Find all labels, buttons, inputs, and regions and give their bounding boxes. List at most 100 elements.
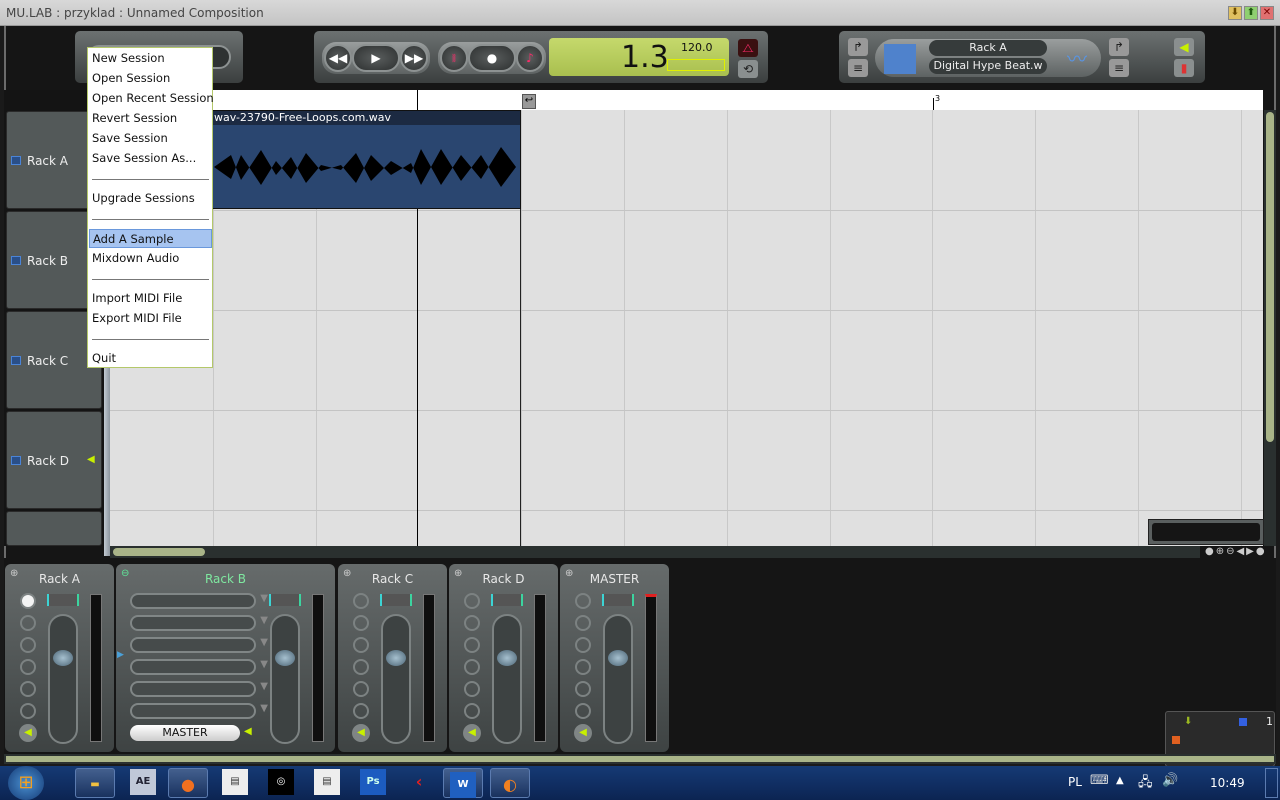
- insert-slot[interactable]: [464, 593, 480, 609]
- insert-slot[interactable]: [575, 681, 591, 697]
- menu-item-export-midi-file[interactable]: Export MIDI File: [89, 309, 212, 328]
- fader-knob[interactable]: [53, 650, 73, 666]
- menu-item-open-session[interactable]: Open Session: [89, 69, 212, 88]
- fader-knob[interactable]: [497, 650, 517, 666]
- menu-item-revert-session[interactable]: Revert Session: [89, 109, 212, 128]
- insert-slot[interactable]: [353, 615, 369, 631]
- insert-slot[interactable]: [575, 703, 591, 719]
- taskbar-photoshop[interactable]: Ps: [360, 769, 386, 795]
- blue-square-icon[interactable]: [1239, 718, 1247, 726]
- horizontal-scrollbar[interactable]: [110, 546, 1200, 558]
- speaker-icon[interactable]: ◀: [244, 726, 252, 737]
- volume-fader[interactable]: [492, 614, 522, 744]
- volume-fader[interactable]: [603, 614, 633, 744]
- rack-icon[interactable]: [884, 44, 916, 74]
- vertical-scroll-thumb[interactable]: [1266, 112, 1274, 442]
- pan-display[interactable]: [269, 594, 301, 606]
- waveform-icon[interactable]: 〰: [1059, 43, 1095, 73]
- tray-expand-icon[interactable]: ▲: [1116, 775, 1124, 786]
- insert-slot[interactable]: [575, 615, 591, 631]
- fast-forward-button[interactable]: ▶▶: [400, 44, 428, 72]
- speaker-icon[interactable]: ◀: [352, 724, 370, 742]
- route-arrow-icon[interactable]: ↱: [848, 38, 868, 56]
- menu-item-mixdown-audio[interactable]: Mixdown Audio: [89, 249, 212, 268]
- insert-slot[interactable]: [575, 659, 591, 675]
- send-select[interactable]: [130, 615, 268, 631]
- maximize-button[interactable]: ⬆: [1244, 6, 1258, 20]
- insert-slot[interactable]: [464, 703, 480, 719]
- down-arrow-icon[interactable]: ⬇: [1184, 716, 1192, 727]
- metronome-button[interactable]: ♪: [516, 44, 544, 72]
- send-select[interactable]: [130, 681, 268, 697]
- insert-slot[interactable]: [575, 637, 591, 653]
- insert-slot[interactable]: [353, 681, 369, 697]
- menu-item-upgrade-sessions[interactable]: Upgrade Sessions: [89, 189, 212, 208]
- speaker-icon[interactable]: ◀: [463, 724, 481, 742]
- menu-item-new-session[interactable]: New Session: [89, 49, 212, 68]
- insert-slot[interactable]: [20, 615, 36, 631]
- clock[interactable]: 10:49: [1210, 776, 1245, 790]
- punch-icon[interactable]: ⧍: [738, 39, 758, 57]
- insert-slot[interactable]: [20, 637, 36, 653]
- fader-knob[interactable]: [275, 650, 295, 666]
- list-icon-2[interactable]: ≡: [1109, 59, 1129, 77]
- insert-slot[interactable]: [353, 593, 369, 609]
- insert-slot[interactable]: [464, 637, 480, 653]
- speaker-icon[interactable]: ◀: [574, 724, 592, 742]
- pan-display[interactable]: [380, 594, 412, 606]
- send-select[interactable]: [130, 659, 268, 675]
- insert-slot[interactable]: [20, 593, 36, 609]
- speaker-icon[interactable]: ◀: [87, 454, 95, 465]
- output-select[interactable]: MASTER: [130, 725, 240, 741]
- show-desktop-button[interactable]: [1265, 768, 1278, 798]
- insert-slot[interactable]: [353, 703, 369, 719]
- insert-slot[interactable]: [464, 615, 480, 631]
- insert-slot[interactable]: [464, 659, 480, 675]
- list-icon[interactable]: ≡: [848, 59, 868, 77]
- taskbar-word[interactable]: W: [443, 768, 483, 798]
- pan-display[interactable]: [491, 594, 523, 606]
- menu-item-add-a-sample[interactable]: Add A Sample: [89, 229, 212, 248]
- taskbar-firefox[interactable]: ●: [168, 768, 208, 798]
- insert-slot[interactable]: [20, 681, 36, 697]
- insert-slot[interactable]: [20, 659, 36, 675]
- insert-slot[interactable]: [575, 593, 591, 609]
- fader-knob[interactable]: [386, 650, 406, 666]
- send-select[interactable]: [130, 637, 268, 653]
- close-button[interactable]: ✕: [1260, 6, 1274, 20]
- horizontal-scroll-thumb[interactable]: [113, 548, 205, 556]
- volume-icon[interactable]: 🔊: [1162, 773, 1178, 788]
- rack-name[interactable]: Rack A: [929, 40, 1047, 56]
- menu-item-quit[interactable]: Quit: [89, 349, 212, 368]
- tempo-value[interactable]: 120.0: [681, 41, 713, 54]
- orange-square-icon[interactable]: [1172, 736, 1180, 744]
- zoom-controls[interactable]: ●⊕⊖◀▶●: [1205, 546, 1267, 557]
- network-icon[interactable]: 🖧: [1138, 773, 1153, 795]
- fader-knob[interactable]: [608, 650, 628, 666]
- menu-item-save-session-as[interactable]: Save Session As...: [89, 149, 212, 168]
- insert-slot[interactable]: [20, 703, 36, 719]
- play-button[interactable]: ▶: [352, 44, 400, 72]
- pan-display[interactable]: [47, 594, 79, 606]
- send-select[interactable]: [130, 593, 268, 609]
- arrangement-grid[interactable]: wav-23790-Free-Loops.com.wav: [110, 110, 1263, 546]
- volume-fader[interactable]: [270, 614, 300, 744]
- menu-item-import-midi-file[interactable]: Import MIDI File: [89, 289, 212, 308]
- menu-item-open-recent-session[interactable]: Open Recent Session: [89, 89, 214, 108]
- route-arrow-icon-2[interactable]: ↱: [1109, 38, 1129, 56]
- taskbar-app-1[interactable]: ▤: [222, 769, 248, 795]
- colors-icon[interactable]: ▮: [1174, 59, 1194, 77]
- taskbar-cubase[interactable]: ‹: [406, 769, 432, 795]
- vertical-scrollbar[interactable]: [1264, 110, 1276, 546]
- speaker-icon[interactable]: ◀: [1174, 38, 1194, 56]
- bottom-scrollbar[interactable]: [4, 754, 1276, 764]
- taskbar-app-2[interactable]: ▤: [314, 769, 340, 795]
- device-name[interactable]: Digital Hype Beat.w: [929, 58, 1047, 74]
- insert-slot[interactable]: [353, 637, 369, 653]
- menu-item-save-session[interactable]: Save Session: [89, 129, 212, 148]
- loop-end-marker[interactable]: ↩: [522, 94, 536, 109]
- taskbar-after-effects[interactable]: AE: [130, 769, 156, 795]
- loop-icon[interactable]: ⟲: [738, 60, 758, 78]
- input-monitor-button[interactable]: ⧚: [440, 44, 468, 72]
- pan-display[interactable]: [602, 594, 634, 606]
